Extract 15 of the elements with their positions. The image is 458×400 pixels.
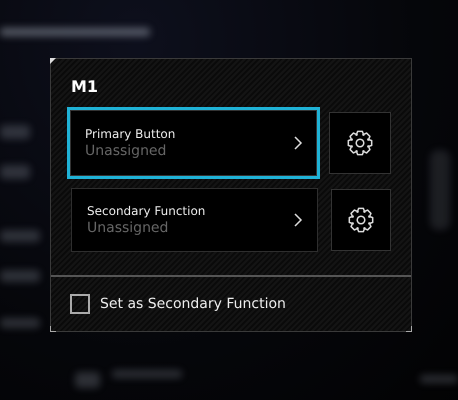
mapping-label: Primary Button [85,127,176,141]
settings-button[interactable] [330,189,391,251]
mapping-label: Secondary Function [87,204,206,218]
mapping-value: Unassigned [85,143,168,159]
mapping-value: Unassigned [87,220,170,236]
mapping-selector[interactable]: Secondary Function Unassigned [71,188,318,252]
checkbox[interactable] [70,294,90,314]
mapping-selector[interactable]: Primary Button Unassigned [67,107,320,179]
settings-button[interactable] [329,112,391,174]
settings-icon [348,207,374,233]
settings-icon [347,130,374,156]
chevron-right-icon [292,213,303,227]
checkbox-label: Set as Secondary Function [100,296,286,312]
dialog-title: M1 [71,77,100,96]
chevron-right-icon [293,136,304,150]
